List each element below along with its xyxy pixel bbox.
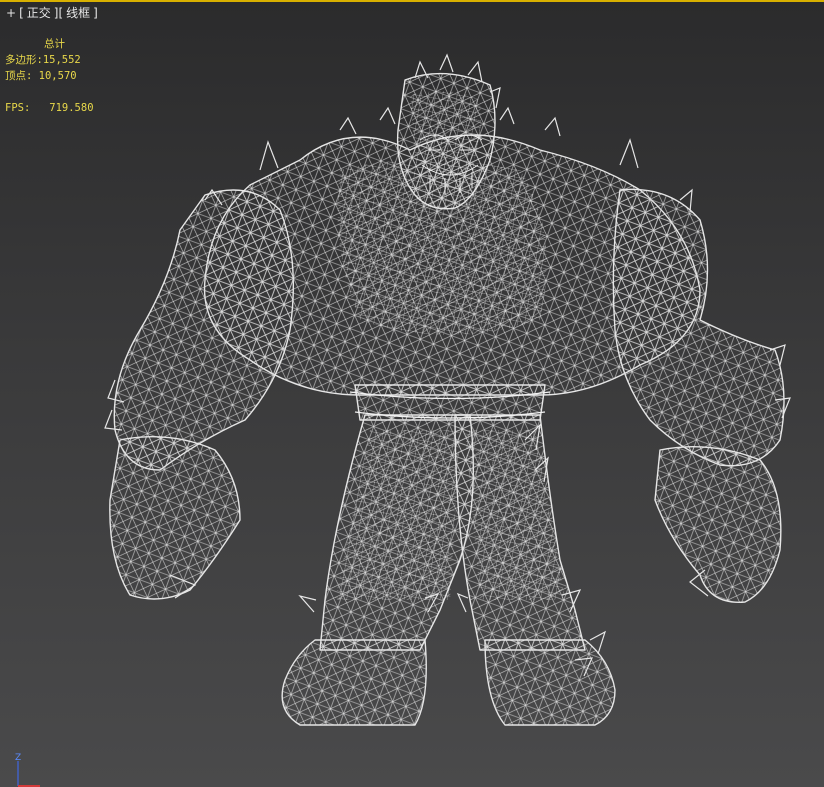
axis-tripod-gizmo: Z: [10, 753, 70, 787]
axis-z-label: Z: [15, 753, 22, 763]
right-hand-mesh: [654, 445, 782, 603]
wireframe-creature-model[interactable]: [0, 0, 824, 787]
viewport[interactable]: + [ 正交 ][ 线框 ] 总计 多边形:15,552 顶点: 10,570 …: [0, 0, 824, 787]
right-arm-mesh: [612, 188, 785, 467]
left-arm-mesh: [113, 189, 295, 471]
left-hand-mesh: [109, 436, 241, 600]
left-foot-mesh: [281, 639, 427, 726]
right-foot-mesh: [484, 639, 616, 726]
